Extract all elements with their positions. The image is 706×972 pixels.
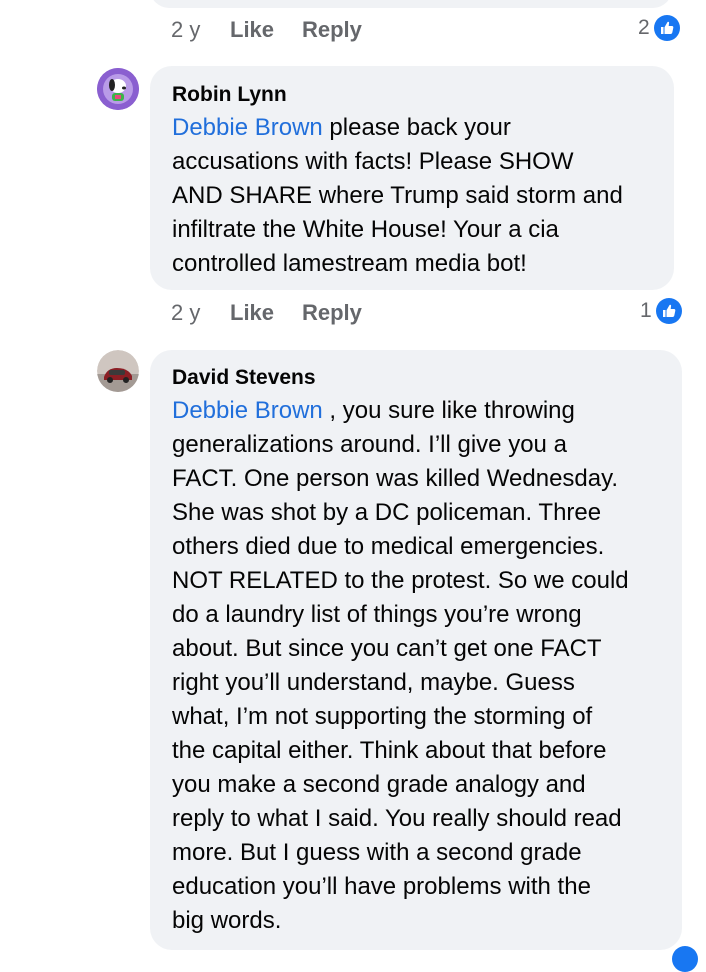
comment-author-name[interactable]: Robin Lynn: [172, 83, 287, 107]
comment-line: you make a second grade analogy and: [172, 771, 586, 798]
snoopy-avatar-icon[interactable]: [97, 68, 139, 110]
comment-line: the capital either. Think about that bef…: [172, 737, 607, 764]
comment-line: Debbie Brown , you sure like throwing: [172, 394, 677, 428]
comment-line: more. But I guess with a second grade: [172, 839, 582, 866]
reaction-summary[interactable]: 1: [640, 298, 682, 324]
thumbs-up-icon: [655, 298, 682, 324]
comment-line: about. But since you can’t get one FACT: [172, 635, 602, 662]
comment-author-name[interactable]: David Stevens: [172, 366, 316, 390]
comment-line: do a laundry list of things you’re wrong: [172, 601, 582, 628]
comment-line: Debbie Brown please back your: [172, 111, 662, 145]
thumbs-up-icon[interactable]: [672, 946, 698, 972]
comment-line: NOT RELATED to the protest. So we could: [172, 567, 629, 594]
comment-line: right you’ll understand, maybe. Guess: [172, 669, 575, 696]
comment-line: controlled lamestream media bot!: [172, 250, 527, 277]
comment-line: reply to what I said. You really should …: [172, 805, 622, 832]
reaction-summary[interactable]: 2: [638, 15, 680, 41]
comment-line: education you’ll have problems with the: [172, 873, 591, 900]
comment-timestamp[interactable]: 2 y: [171, 300, 200, 326]
previous-comment-bubble: [150, 0, 672, 8]
reaction-count: 2: [638, 16, 650, 39]
like-link[interactable]: Like: [230, 300, 274, 326]
mention-link[interactable]: Debbie Brown: [172, 397, 323, 424]
comment-line: big words.: [172, 907, 282, 934]
reaction-count: 1: [640, 299, 652, 322]
thumbs-up-icon: [653, 15, 680, 41]
reply-link[interactable]: Reply: [302, 17, 362, 43]
comment-text: please back your: [322, 114, 511, 141]
comment-body: Debbie Brown please back your accusation…: [172, 111, 662, 281]
comment-body: Debbie Brown , you sure like throwing ge…: [172, 394, 677, 938]
comment-text: , you sure like throwing: [322, 397, 575, 424]
comment-line: FACT. One person was killed Wednesday.: [172, 465, 618, 492]
comment-line: AND SHARE where Trump said storm and: [172, 182, 623, 209]
comment-line: what, I’m not supporting the storming of: [172, 703, 593, 730]
like-link[interactable]: Like: [230, 17, 274, 43]
car-avatar-icon[interactable]: [97, 350, 139, 392]
mention-link[interactable]: Debbie Brown: [172, 114, 323, 141]
comment-line: others died due to medical emergencies.: [172, 533, 605, 560]
comment-line: She was shot by a DC policeman. Three: [172, 499, 602, 526]
comment-timestamp[interactable]: 2 y: [171, 17, 200, 43]
reply-link[interactable]: Reply: [302, 300, 362, 326]
comment-line: generalizations around. I’ll give you a: [172, 431, 567, 458]
comment-line: accusations with facts! Please SHOW: [172, 148, 574, 175]
comment-line: infiltrate the White House! Your a cia: [172, 216, 559, 243]
